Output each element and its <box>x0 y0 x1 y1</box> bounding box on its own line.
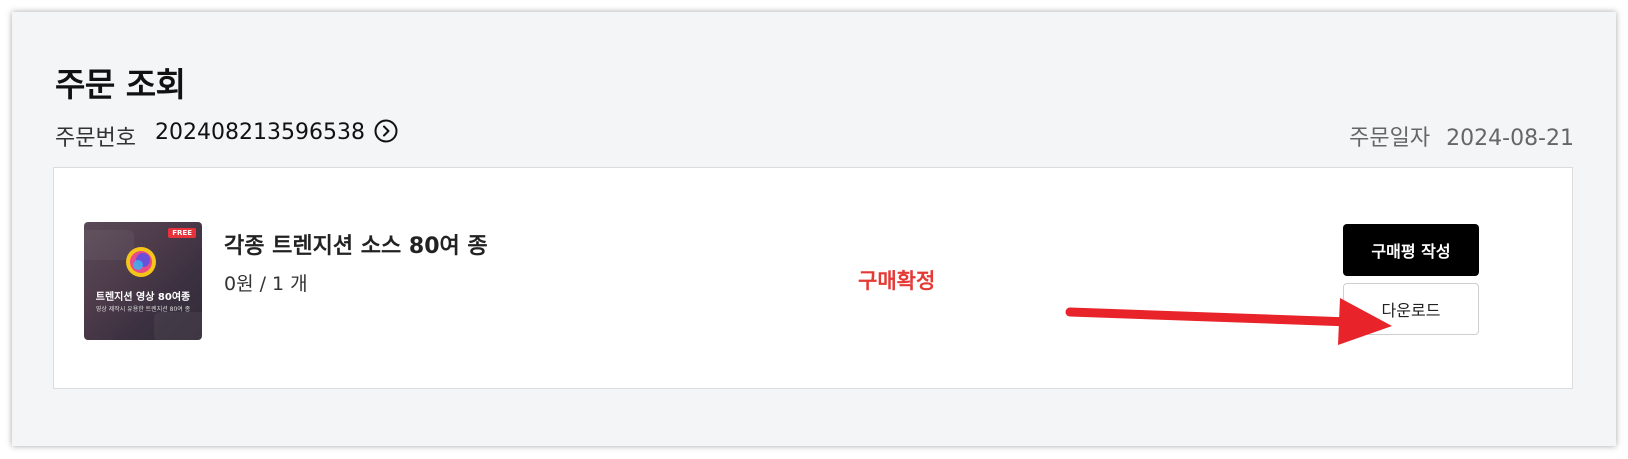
thumbnail-subtitle: 영상 제작시 유용한 트렌지션 80여 종 <box>95 306 191 313</box>
circle-chevron-right-icon[interactable] <box>374 119 398 143</box>
page-title: 주문 조회 <box>55 65 186 104</box>
circular-logo-icon <box>126 247 156 277</box>
order-status: 구매확정 <box>858 269 936 293</box>
product-thumbnail[interactable]: FREE 트렌지션 영상 80여종 영상 제작시 유용한 트렌지션 80여 종 <box>84 222 202 340</box>
order-date: 주문일자 2024-08-21 <box>1349 120 1574 152</box>
order-number: 202408213596538 <box>155 120 365 145</box>
order-item-card: FREE 트렌지션 영상 80여종 영상 제작시 유용한 트렌지션 80여 종 … <box>53 167 1573 389</box>
order-detail-panel: 주문 조회 주문번호 202408213596538 주문일자 2024-08-2… <box>12 12 1616 446</box>
free-badge: FREE <box>168 228 196 238</box>
write-review-button[interactable]: 구매평 작성 <box>1343 224 1479 276</box>
order-number-label: 주문번호 <box>55 126 136 151</box>
product-name[interactable]: 각종 트렌지션 소스 80여 종 <box>224 228 488 260</box>
order-date-value: 2024-08-21 <box>1446 126 1574 151</box>
thumbnail-bg-shape <box>154 312 202 340</box>
download-button[interactable]: 다운로드 <box>1343 283 1479 335</box>
thumbnail-title: 트렌지션 영상 80여종 <box>95 292 191 303</box>
product-price-quantity: 0원 / 1 개 <box>224 273 308 295</box>
order-date-label: 주문일자 <box>1349 126 1431 151</box>
